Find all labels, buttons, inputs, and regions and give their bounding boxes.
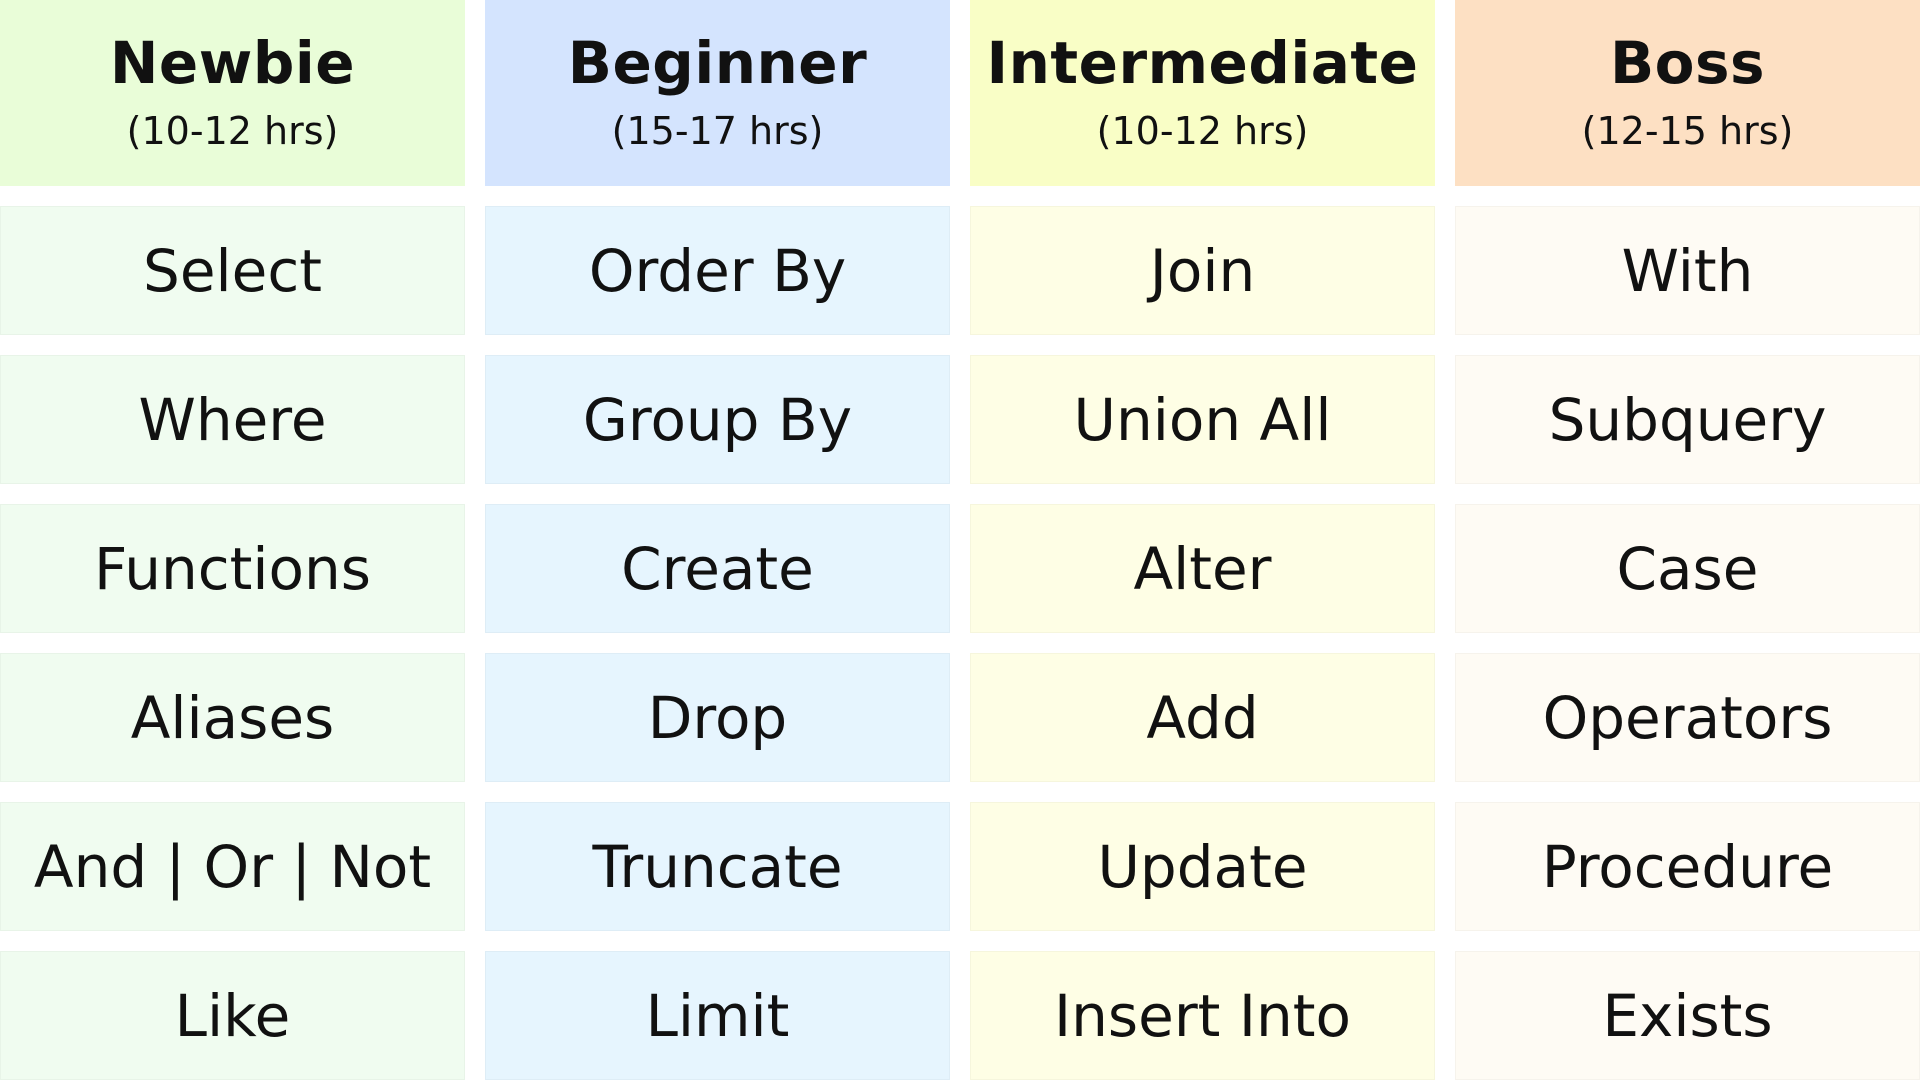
topic-cell: Add <box>970 653 1435 782</box>
column-title: Boss <box>1609 29 1766 97</box>
column-hours: (10-12 hrs) <box>126 109 339 153</box>
topic-cell: Update <box>970 802 1435 931</box>
topic-cell: Order By <box>485 206 950 335</box>
column-hours: (15-17 hrs) <box>611 109 824 153</box>
topic-cell: Case <box>1455 504 1920 633</box>
column-header: Boss (12-15 hrs) <box>1455 0 1920 186</box>
topic-cell: Drop <box>485 653 950 782</box>
topic-cell: And | Or | Not <box>0 802 465 931</box>
topic-cell: Select <box>0 206 465 335</box>
topic-cell: Like <box>0 951 465 1080</box>
topic-cell: Operators <box>1455 653 1920 782</box>
topic-cell: Functions <box>0 504 465 633</box>
level-column-newbie: Newbie (10-12 hrs) Select Where Function… <box>0 0 465 1080</box>
topic-cell: Procedure <box>1455 802 1920 931</box>
topic-cell: Union All <box>970 355 1435 484</box>
level-column-intermediate: Intermediate (10-12 hrs) Join Union All … <box>970 0 1435 1080</box>
topic-cell: Alter <box>970 504 1435 633</box>
topic-cell: Truncate <box>485 802 950 931</box>
column-title: Newbie <box>109 29 356 97</box>
column-hours: (12-15 hrs) <box>1581 109 1794 153</box>
column-header: Newbie (10-12 hrs) <box>0 0 465 186</box>
level-column-boss: Boss (12-15 hrs) With Subquery Case Oper… <box>1455 0 1920 1080</box>
topic-cell: Exists <box>1455 951 1920 1080</box>
column-title: Beginner <box>567 29 868 97</box>
topic-cell: Aliases <box>0 653 465 782</box>
level-board: Newbie (10-12 hrs) Select Where Function… <box>0 0 1920 1080</box>
topic-cell: Insert Into <box>970 951 1435 1080</box>
column-title: Intermediate <box>986 29 1419 97</box>
column-header: Beginner (15-17 hrs) <box>485 0 950 186</box>
topic-cell: Limit <box>485 951 950 1080</box>
topic-cell: Where <box>0 355 465 484</box>
topic-cell: Group By <box>485 355 950 484</box>
topic-cell: With <box>1455 206 1920 335</box>
topic-cell: Join <box>970 206 1435 335</box>
topic-cell: Create <box>485 504 950 633</box>
column-header: Intermediate (10-12 hrs) <box>970 0 1435 186</box>
level-column-beginner: Beginner (15-17 hrs) Order By Group By C… <box>485 0 950 1080</box>
column-hours: (10-12 hrs) <box>1096 109 1309 153</box>
topic-cell: Subquery <box>1455 355 1920 484</box>
